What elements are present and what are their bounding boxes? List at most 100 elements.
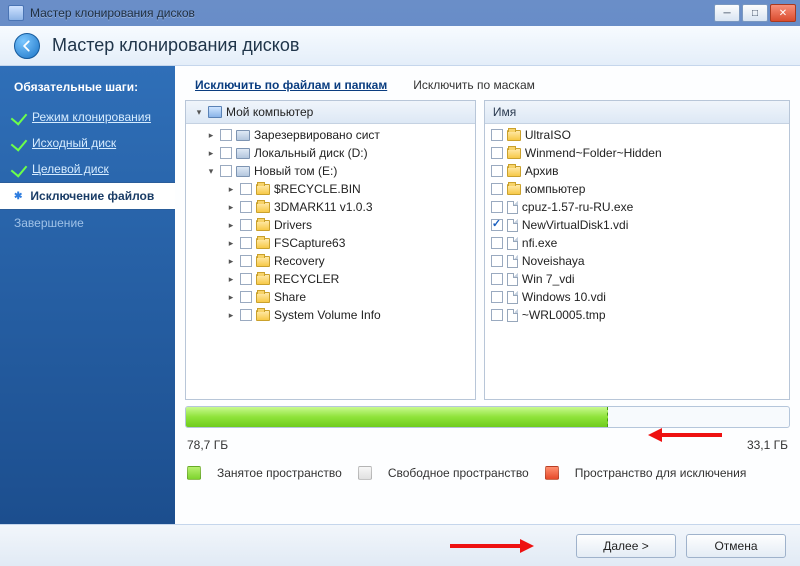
tree-item[interactable]: ▸Recovery xyxy=(190,252,471,270)
item-label: Windows 10.vdi xyxy=(522,290,606,304)
list-item[interactable]: cpuz-1.57-ru-RU.exe xyxy=(489,198,785,216)
checkbox[interactable] xyxy=(491,165,503,177)
step-exclude-files[interactable]: Исключение файлов xyxy=(0,182,175,210)
list-body[interactable]: UltraISO Winmend~Folder~Hidden Архив ком… xyxy=(485,124,789,399)
checkbox[interactable] xyxy=(240,255,252,267)
tab-by-masks[interactable]: Исключить по маскам xyxy=(409,76,539,94)
list-item[interactable]: ~WRL0005.tmp xyxy=(489,306,785,324)
tree-item[interactable]: ▸ Зарезервировано сист xyxy=(190,126,471,144)
used-size-label: 78,7 ГБ xyxy=(187,438,228,452)
expander-icon[interactable]: ▸ xyxy=(206,130,216,140)
item-label: Noveishaya xyxy=(522,254,585,268)
folder-icon xyxy=(256,256,270,267)
expander-icon[interactable]: ▾ xyxy=(194,107,204,117)
list-item[interactable]: компьютер xyxy=(489,180,785,198)
checkbox[interactable] xyxy=(491,219,503,231)
expander-icon[interactable]: ▾ xyxy=(206,166,216,176)
checkbox[interactable] xyxy=(491,237,503,249)
step-label: Целевой диск xyxy=(32,162,109,176)
list-item[interactable]: Noveishaya xyxy=(489,252,785,270)
tab-by-files[interactable]: Исключить по файлам и папкам xyxy=(191,76,391,94)
list-item[interactable]: UltraISO xyxy=(489,126,785,144)
checkbox[interactable] xyxy=(240,273,252,285)
tree-item[interactable]: ▸Drivers xyxy=(190,216,471,234)
checkbox[interactable] xyxy=(491,201,503,213)
folder-icon xyxy=(507,166,521,177)
expander-icon[interactable]: ▸ xyxy=(226,310,236,320)
checkbox[interactable] xyxy=(240,219,252,231)
tree-item[interactable]: ▾ Новый том (E:) xyxy=(190,162,471,180)
checkbox[interactable] xyxy=(491,309,503,321)
item-label: Новый том (E:) xyxy=(254,164,337,178)
checkbox[interactable] xyxy=(220,129,232,141)
file-icon xyxy=(507,309,518,322)
expander-icon[interactable]: ▸ xyxy=(226,220,236,230)
drive-icon xyxy=(236,148,250,159)
expander-icon[interactable]: ▸ xyxy=(226,184,236,194)
step-label: Режим клонирования xyxy=(32,110,151,124)
checkbox[interactable] xyxy=(491,273,503,285)
list-item[interactable]: NewVirtualDisk1.vdi xyxy=(489,216,785,234)
checkbox[interactable] xyxy=(491,291,503,303)
tree-item[interactable]: ▸ 3DMARK11 v1.0.3 xyxy=(190,198,471,216)
tree-body[interactable]: ▸ Зарезервировано сист ▸ Локальный диск … xyxy=(186,124,475,399)
close-button[interactable]: ✕ xyxy=(770,4,796,22)
expander-icon[interactable]: ▸ xyxy=(206,148,216,158)
folder-icon xyxy=(507,184,521,195)
checkbox[interactable] xyxy=(491,183,503,195)
checkbox[interactable] xyxy=(240,201,252,213)
tree-item[interactable]: ▸ FSCapture63 xyxy=(190,234,471,252)
wizard-footer: Далее > Отмена xyxy=(0,524,800,566)
tree-item[interactable]: ▸Share xyxy=(190,288,471,306)
item-label: FSCapture63 xyxy=(274,236,345,250)
checkbox[interactable] xyxy=(240,237,252,249)
list-item[interactable]: Win 7_vdi xyxy=(489,270,785,288)
sidebar-title: Обязательные шаги: xyxy=(0,76,175,104)
back-button[interactable] xyxy=(14,33,40,59)
folder-icon xyxy=(256,292,270,303)
step-label: Исходный диск xyxy=(32,136,116,150)
list-item[interactable]: Winmend~Folder~Hidden xyxy=(489,144,785,162)
expander-icon[interactable]: ▸ xyxy=(226,274,236,284)
file-icon xyxy=(507,201,518,214)
expander-icon[interactable]: ▸ xyxy=(226,202,236,212)
checkbox[interactable] xyxy=(491,255,503,267)
tree-item[interactable]: ▸System Volume Info xyxy=(190,306,471,324)
list-item[interactable]: Windows 10.vdi xyxy=(489,288,785,306)
list-item[interactable]: Архив xyxy=(489,162,785,180)
tree-item[interactable]: ▸$RECYCLE.BIN xyxy=(190,180,471,198)
checkbox[interactable] xyxy=(240,291,252,303)
page-title: Мастер клонирования дисков xyxy=(52,35,299,56)
file-icon xyxy=(507,255,518,268)
cancel-button[interactable]: Отмена xyxy=(686,534,786,558)
file-list-pane: Имя UltraISO Winmend~Folder~Hidden Архив… xyxy=(484,100,790,400)
checkbox[interactable] xyxy=(220,147,232,159)
file-icon xyxy=(507,273,518,286)
item-label: cpuz-1.57-ru-RU.exe xyxy=(522,200,633,214)
expander-icon[interactable]: ▸ xyxy=(226,256,236,266)
tree-item[interactable]: ▸ Локальный диск (D:) xyxy=(190,144,471,162)
checkbox[interactable] xyxy=(491,129,503,141)
tree-item[interactable]: ▸RECYCLER xyxy=(190,270,471,288)
expander-icon[interactable]: ▸ xyxy=(226,238,236,248)
maximize-button[interactable]: □ xyxy=(742,4,768,22)
step-label: Исключение файлов xyxy=(30,189,154,203)
step-source-disk[interactable]: Исходный диск xyxy=(0,130,175,156)
step-target-disk[interactable]: Целевой диск xyxy=(0,156,175,182)
list-header[interactable]: Имя xyxy=(485,101,789,124)
item-label: Локальный диск (D:) xyxy=(254,146,368,160)
checkbox[interactable] xyxy=(240,309,252,321)
minimize-button[interactable]: ─ xyxy=(714,4,740,22)
step-clone-mode[interactable]: Режим клонирования xyxy=(0,104,175,130)
next-button[interactable]: Далее > xyxy=(576,534,676,558)
item-label: 3DMARK11 v1.0.3 xyxy=(274,200,373,214)
app-icon xyxy=(8,5,24,21)
list-item[interactable]: nfi.exe xyxy=(489,234,785,252)
folder-tree-pane: ▾ Мой компьютер ▸ Зарезервировано сист xyxy=(185,100,476,400)
checkbox[interactable] xyxy=(240,183,252,195)
expander-icon[interactable]: ▸ xyxy=(226,292,236,302)
checkbox[interactable] xyxy=(220,165,232,177)
checkbox[interactable] xyxy=(491,147,503,159)
folder-icon xyxy=(256,220,270,231)
item-label: UltraISO xyxy=(525,128,571,142)
